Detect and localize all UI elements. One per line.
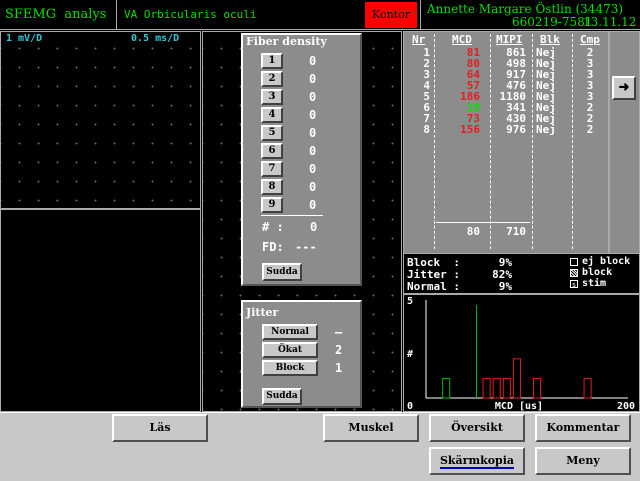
fd-clear-button[interactable]: Sudda [262,263,302,281]
fd-button-8[interactable]: 8 [261,179,283,195]
fd-value: --- [295,240,317,254]
fd-value-3: 0 [309,90,317,104]
table-cell-cmp: 2 [586,123,594,136]
jitter-value-2: 2 [335,343,343,357]
fd-value-1: 0 [309,54,317,68]
read-button[interactable]: Läs [112,414,208,442]
x-tick-label-max: 200 [617,401,635,411]
muscle-button[interactable]: Muskel [323,414,419,442]
arrow-right-icon[interactable]: ➜ [612,76,636,100]
jitter-value-1: – [335,325,343,339]
mcd-histogram: 5 #0 200 MCD [us] [403,294,640,412]
fd-button-2[interactable]: 2 [261,71,283,87]
jitter-value-3: 1 [335,361,343,375]
table-cell-nr: 8 [423,123,430,136]
fd-label: FD: [262,240,284,254]
jitter-normal-button[interactable]: Normal [262,324,318,340]
normal-value: 9% [498,280,512,293]
table-cell-mipi: 976 [506,123,526,136]
fd-value-5: 0 [309,126,317,140]
histogram-bar [482,377,491,399]
legend-stim: stim [582,278,607,289]
fd-button-6[interactable]: 6 [261,143,283,159]
legend-ej-block: ej block [582,256,631,267]
signal-display: 1 mV/D 0.5 ms/D [0,31,201,209]
fd-value-8: 0 [309,180,317,194]
patient-id: 660219-7581 [512,15,593,29]
col-header-cmp[interactable]: Cmp [580,33,600,46]
histogram-bar [512,358,521,399]
screenshot-button[interactable]: Skärmkopia [429,447,525,475]
fd-button-3[interactable]: 3 [261,89,283,105]
sweep-label: 0.5 ms/D [131,33,180,44]
jitter-kat-button[interactable]: Ökat [262,342,318,358]
table-cell-mcd: 156 [460,123,480,136]
jitter-block-button[interactable]: Block [262,360,318,376]
histogram-svg: 5 #0 200 MCD [us] [407,296,635,411]
y-tick-label: 5 [407,296,413,307]
y-axis-label: # [407,349,413,360]
jitter-title: Jitter [246,306,279,319]
histogram-bar [583,377,592,399]
histogram-bar [533,377,542,399]
legend-block: block [582,267,613,278]
fd-button-4[interactable]: 4 [261,107,283,123]
table-cell-blk: Nej [536,123,556,136]
mean-mipi: 710 [506,225,526,238]
jitter-panel: Jitter Normal – Ökat 2 Block 1 Sudda [241,300,362,408]
hatched-box-icon [570,269,578,277]
jitter-clear-button[interactable]: Sudda [262,388,302,405]
s-box-icon: s [570,280,578,289]
mode-badge[interactable]: Kontor [365,2,417,28]
histogram-bar [492,377,501,399]
fd-value-2: 0 [309,72,317,86]
summary-panel: Block : 9% Jitter : 82% Normal : 9% ej b… [403,254,640,294]
histogram-bar [442,377,451,399]
normal-label: Normal : [407,280,460,293]
fd-value-7: 0 [309,162,317,176]
fd-value-4: 0 [309,108,317,122]
col-header-mipi[interactable]: MIPI [496,33,523,46]
gain-label: 1 mV/D [6,33,43,44]
patient-name: Annette Margare Östlin (34473) [427,2,624,16]
fd-count-value: 0 [310,220,318,234]
overview-button[interactable]: Översikt [429,414,525,442]
fd-count-label: # : [262,220,284,234]
comment-button[interactable]: Kommentar [535,414,631,442]
x-axis-label: MCD [us] [495,401,543,411]
empty-box-icon [570,258,578,266]
col-header-mcd[interactable]: MCD [452,33,472,46]
screenshot-label: Skärmkopia [439,454,515,469]
header-bar: SFEMG analys VA Orbicularis oculi Kontor… [0,0,640,30]
mean-mcd: 80 [466,225,480,238]
fd-value-6: 0 [309,144,317,158]
fd-button-5[interactable]: 5 [261,125,283,141]
fd-button-9[interactable]: 9 [261,197,283,213]
exam-date: 13.11.12 [583,15,637,29]
x-tick-label-min: 0 [407,401,413,411]
col-header-blk[interactable]: Blk [540,33,560,46]
results-table: Nr MCD MIPI Blk Cmp 12345678 81 80 64 57 186 19 73… [403,31,609,254]
histogram-bar [502,377,511,399]
muscle-name: VA Orbicularis oculi [124,8,257,21]
fiber-density-title: Fiber density [246,35,327,48]
fd-button-7[interactable]: 7 [261,161,283,177]
fd-value-9: 0 [309,198,317,212]
col-header-nr[interactable]: Nr [412,33,425,46]
app-title: SFEMG analys [5,7,107,22]
menu-button[interactable]: Meny [535,447,631,475]
fd-button-1[interactable]: 1 [261,53,283,69]
signal-display-lower [0,209,201,412]
fiber-density-panel: Fiber density 1 0 2 0 3 0 4 0 5 0 6 0 7 0 8 0 9 0 # : 0 F… [241,33,362,286]
